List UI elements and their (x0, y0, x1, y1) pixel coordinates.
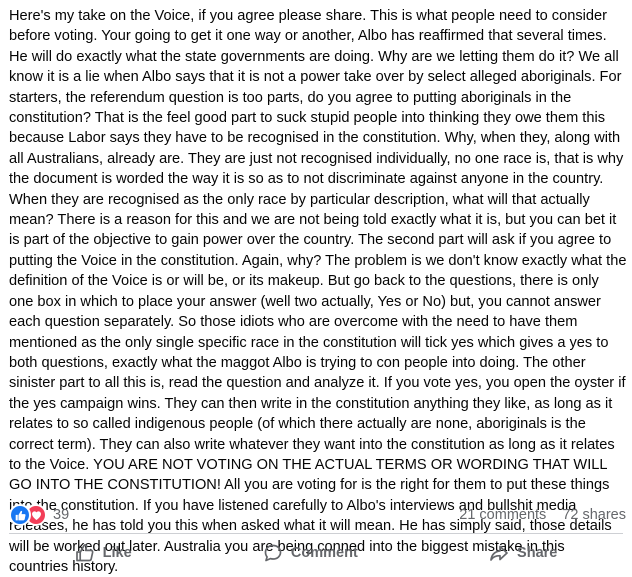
post-text: Here's my take on the Voice, if you agre… (9, 8, 627, 575)
thumbs-up-icon (75, 543, 95, 563)
shares-count-link[interactable]: 72 shares (562, 507, 626, 523)
post-stats-bar: 39 21 comments 72 shares (9, 503, 626, 527)
like-reaction-icon (9, 504, 31, 526)
reaction-count: 39 (53, 507, 70, 523)
divider (9, 533, 623, 534)
facebook-post: Here's my take on the Voice, if you agre… (0, 0, 632, 575)
reactions-summary[interactable]: 39 (9, 504, 69, 526)
comment-button[interactable]: Comment (251, 539, 370, 567)
like-button-label: Like (102, 545, 132, 561)
comments-count-link[interactable]: 21 comments (459, 507, 546, 523)
share-button[interactable]: Share (477, 539, 569, 567)
like-button[interactable]: Like (63, 539, 144, 567)
share-arrow-icon (489, 543, 509, 563)
speech-bubble-icon (263, 543, 283, 563)
comment-button-label: Comment (290, 545, 358, 561)
post-actions-bar: Like Comment Share (9, 537, 623, 569)
share-button-label: Share (517, 545, 558, 561)
